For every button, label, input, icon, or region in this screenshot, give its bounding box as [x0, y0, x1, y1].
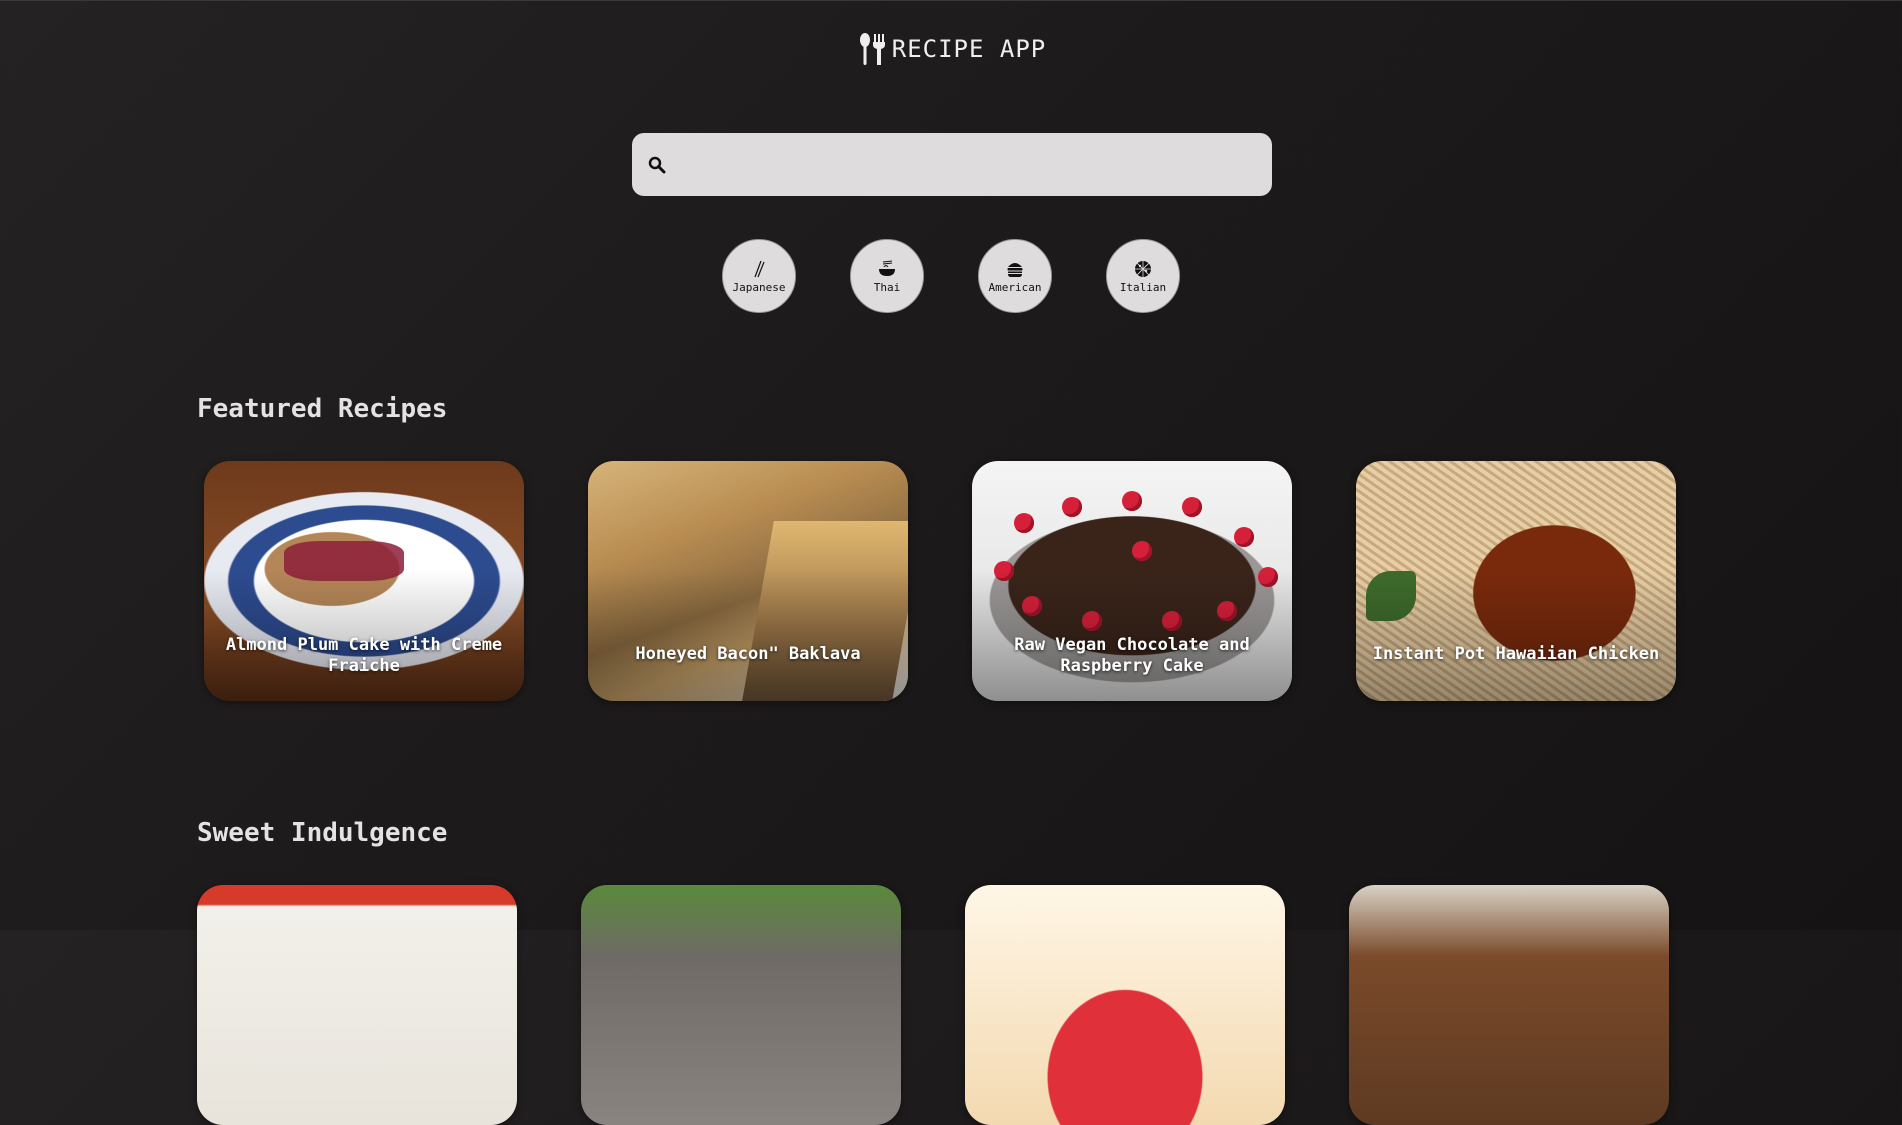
recipe-card[interactable]: Honeyed Bacon" Baklava [588, 461, 908, 701]
cuisine-label: Thai [873, 280, 901, 294]
recipe-title: Honeyed Bacon" Baklava [635, 644, 861, 664]
search-bar [632, 133, 1272, 196]
recipe-card[interactable]: Raw Vegan Chocolate and Raspberry Cake [972, 461, 1292, 701]
recipe-title: Almond Plum Cake with Creme Fraiche [225, 635, 503, 676]
search-icon [648, 156, 666, 173]
recipe-card[interactable]: Almond Plum Cake with Creme Fraiche [204, 461, 524, 701]
section-title-featured: Featured Recipes [197, 394, 448, 424]
burger-icon [1007, 262, 1023, 277]
recipe-title: Raw Vegan Chocolate and Raspberry Cake [1014, 635, 1250, 676]
recipe-card[interactable] [1349, 885, 1669, 1125]
section-title-sweet-indulgence: Sweet Indulgence [197, 818, 448, 848]
recipe-card[interactable] [197, 885, 517, 1125]
search-input[interactable] [666, 133, 1272, 196]
recipe-image [581, 885, 901, 1125]
recipe-image [965, 885, 1285, 1125]
app-title: RECIPE APP [891, 35, 1047, 63]
chopsticks-icon [754, 260, 765, 277]
cuisine-american-button[interactable]: American [978, 239, 1052, 313]
cuisine-label: Italian [1119, 280, 1167, 294]
noodle-bowl-icon [879, 260, 895, 276]
cuisine-italian-button[interactable]: Italian [1106, 239, 1180, 313]
spoon-fork-icon [859, 33, 885, 65]
app-header: RECIPE APP [0, 31, 1902, 67]
pizza-icon [1135, 260, 1151, 277]
recipe-image [1349, 885, 1669, 1125]
cuisine-thai-button[interactable]: Thai [850, 239, 924, 313]
cuisine-label: Japanese [732, 280, 786, 294]
recipe-title: Instant Pot Hawaiian Chicken [1372, 644, 1660, 664]
recipe-card[interactable]: Instant Pot Hawaiian Chicken [1356, 461, 1676, 701]
recipe-image [197, 885, 517, 1125]
cuisine-filter-list: Japanese Thai American Italian [0, 239, 1902, 315]
recipe-card[interactable] [581, 885, 901, 1125]
recipe-card[interactable] [965, 885, 1285, 1125]
cuisine-japanese-button[interactable]: Japanese [722, 239, 796, 313]
cuisine-label: American [988, 280, 1042, 294]
